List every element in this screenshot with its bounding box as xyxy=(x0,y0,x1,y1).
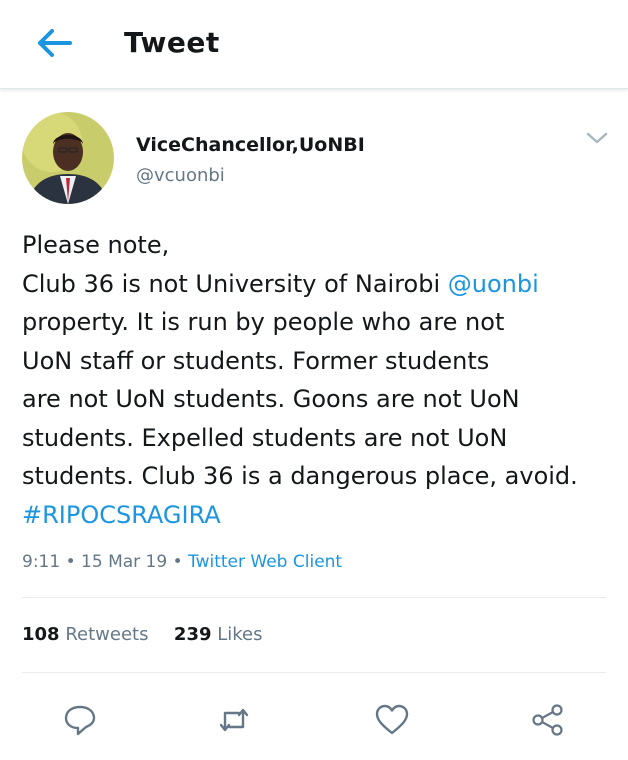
like-icon xyxy=(375,704,409,735)
avatar[interactable] xyxy=(22,112,114,204)
chevron-down-icon xyxy=(586,132,608,144)
tweet-meta: 9:11 • 15 Mar 19 • Twitter Web Client xyxy=(22,552,342,572)
reply-icon xyxy=(64,705,96,736)
back-button[interactable] xyxy=(30,22,78,64)
likes-stat[interactable]: 239 Likes xyxy=(174,624,263,645)
retweets-stat[interactable]: 108 Retweets xyxy=(22,624,148,645)
author-name[interactable]: ViceChancellor,UoNBI xyxy=(136,134,365,156)
share-icon xyxy=(532,704,563,736)
page-title: Tweet xyxy=(124,26,220,59)
hashtag-link[interactable]: #RIPOCSRAGIRA xyxy=(22,501,221,529)
like-label: Likes xyxy=(217,624,263,645)
tweet-time: 9:11 xyxy=(22,552,61,572)
retweet-count: 108 xyxy=(22,624,60,645)
tweet-text-part-1: Please note, Club 36 is not University o… xyxy=(22,231,441,298)
divider xyxy=(22,672,606,673)
tweet-stats: 108 Retweets 239 Likes xyxy=(22,624,263,645)
divider xyxy=(22,597,606,598)
retweet-button[interactable] xyxy=(214,700,254,740)
tweet-text-part-2: property. It is run by people who are no… xyxy=(22,308,578,490)
client-link[interactable]: Twitter Web Client xyxy=(188,552,342,572)
reply-button[interactable] xyxy=(60,700,100,740)
retweet-icon xyxy=(219,708,249,732)
meta-separator: • xyxy=(172,552,189,572)
arrow-left-icon xyxy=(38,29,72,57)
author-handle[interactable]: @vcuonbi xyxy=(136,165,225,186)
tweet-menu-button[interactable] xyxy=(584,128,610,148)
tweet-date: 15 Mar 19 xyxy=(81,552,168,572)
mention-link[interactable]: @uonbi xyxy=(448,270,539,298)
like-button[interactable] xyxy=(372,700,412,740)
share-button[interactable] xyxy=(528,700,568,740)
meta-separator: • xyxy=(65,552,82,572)
retweet-label: Retweets xyxy=(65,624,149,645)
tweet-text: Please note, Club 36 is not University o… xyxy=(22,226,612,534)
top-bar: Tweet xyxy=(0,0,628,89)
like-count: 239 xyxy=(173,624,212,645)
